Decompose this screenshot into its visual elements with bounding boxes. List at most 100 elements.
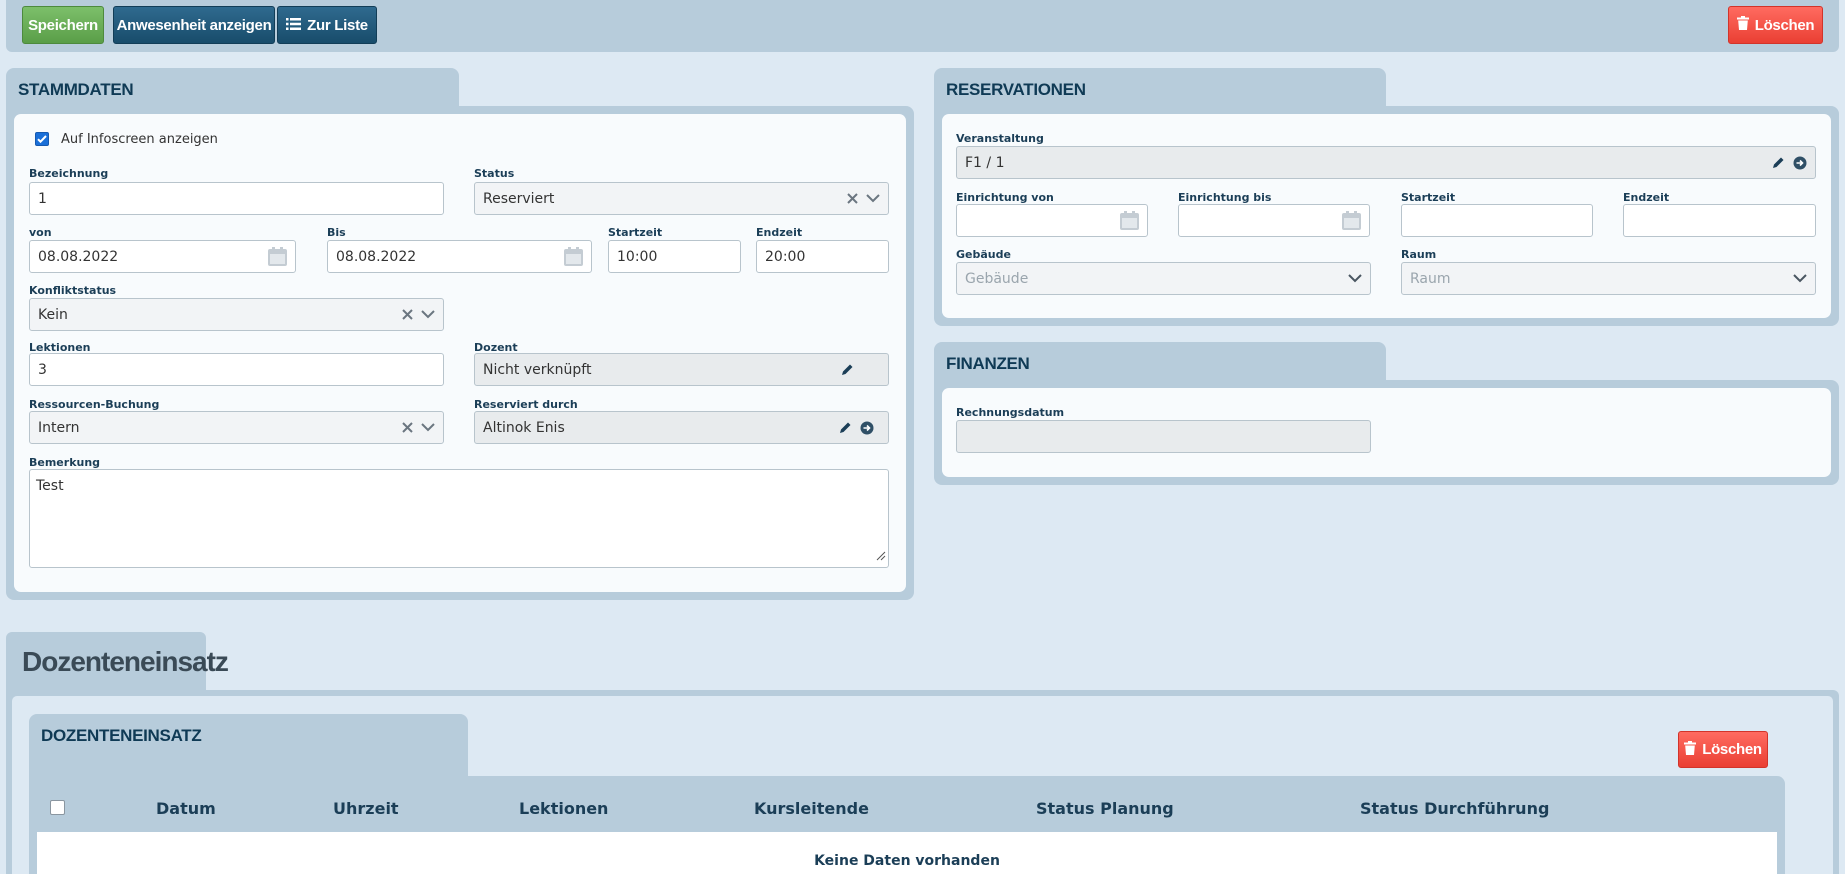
finanzen-tab: FINANZEN (934, 342, 1386, 384)
einrichtung-bis-label: Einrichtung bis (1178, 191, 1272, 204)
show-attendance-label: Anwesenheit anzeigen (116, 16, 272, 34)
rechnungsdatum-field (956, 420, 1371, 453)
infoscreen-label: Auf Infoscreen anzeigen (61, 132, 218, 147)
save-button[interactable]: Speichern (22, 6, 104, 44)
calendar-icon[interactable] (268, 247, 287, 266)
trash-icon (1684, 740, 1697, 759)
col-status-durchfuehrung[interactable]: Status Durchführung (1360, 799, 1549, 818)
dozenteneinsatz-delete-label: Löschen (1702, 741, 1762, 758)
clear-icon[interactable] (847, 193, 858, 204)
veranstaltung-value: F1 / 1 (965, 154, 1005, 171)
pencil-icon[interactable] (841, 363, 854, 376)
arrow-circle-right-icon[interactable] (1793, 156, 1807, 170)
gebaeude-label: Gebäude (956, 248, 1011, 261)
show-attendance-button[interactable]: Anwesenheit anzeigen (113, 6, 275, 44)
calendar-icon[interactable] (564, 247, 583, 266)
chevron-down-icon[interactable] (1348, 274, 1362, 283)
bezeichnung-label: Bezeichnung (29, 167, 109, 180)
reserviert-durch-field[interactable]: Altinok Enis (474, 411, 889, 444)
startzeit-input[interactable]: 10:00 (608, 240, 741, 273)
to-list-label: Zur Liste (307, 16, 368, 34)
clear-icon[interactable] (402, 309, 413, 320)
ressourcen-value: Intern (38, 419, 80, 436)
dozenteneinsatz-section-tab[interactable]: Dozenteneinsatz (6, 632, 229, 692)
bis-label: Bis (327, 226, 346, 239)
status-select[interactable]: Reserviert (474, 182, 889, 215)
resize-handle-icon[interactable] (874, 549, 886, 565)
clear-icon[interactable] (402, 422, 413, 433)
gebaeude-select[interactable]: Gebäude (956, 262, 1371, 295)
res-endzeit-input[interactable] (1623, 204, 1816, 237)
raum-select[interactable]: Raum (1401, 262, 1816, 295)
res-startzeit-label: Startzeit (1401, 191, 1456, 204)
lektionen-value: 3 (38, 361, 47, 378)
res-endzeit-label: Endzeit (1623, 191, 1670, 204)
einrichtung-von-label: Einrichtung von (956, 191, 1054, 204)
lektionen-input[interactable]: 3 (29, 353, 444, 386)
col-lektionen[interactable]: Lektionen (519, 799, 608, 818)
ressourcen-select[interactable]: Intern (29, 411, 444, 444)
dozenteneinsatz-section-title: Dozenteneinsatz (22, 646, 229, 677)
calendar-icon[interactable] (1120, 211, 1139, 230)
reservationen-title: RESERVATIONEN (946, 80, 1086, 99)
bemerkung-label: Bemerkung (29, 456, 101, 469)
bemerkung-value: Test (36, 478, 64, 494)
raum-placeholder: Raum (1410, 270, 1451, 287)
von-value: 08.08.2022 (38, 248, 119, 265)
von-label: von (29, 226, 52, 239)
trash-icon (1736, 16, 1749, 34)
bezeichnung-input[interactable]: 1 (29, 182, 444, 215)
dozent-value: Nicht verknüpft (483, 361, 592, 378)
chevron-down-icon[interactable] (866, 194, 880, 203)
select-all-checkbox[interactable] (50, 800, 65, 815)
rechnungsdatum-label: Rechnungsdatum (956, 406, 1065, 419)
infoscreen-checkbox[interactable] (35, 132, 49, 146)
reserviert-durch-label: Reserviert durch (474, 398, 578, 411)
endzeit-input[interactable]: 20:00 (756, 240, 889, 273)
einrichtung-bis-input[interactable] (1178, 204, 1370, 237)
stammdaten-title: STAMMDATEN (18, 80, 134, 99)
arrow-circle-right-icon[interactable] (860, 421, 874, 435)
pencil-icon[interactable] (839, 421, 852, 434)
veranstaltung-label: Veranstaltung (956, 132, 1044, 145)
to-list-button[interactable]: Zur Liste (277, 6, 377, 44)
check-icon (37, 135, 47, 144)
col-status-planung[interactable]: Status Planung (1036, 799, 1174, 818)
bezeichnung-value: 1 (38, 190, 47, 207)
bemerkung-textarea[interactable]: Test (29, 469, 889, 568)
col-kursleitende[interactable]: Kursleitende (754, 799, 869, 818)
reservationen-tab: RESERVATIONEN (934, 68, 1386, 110)
gebaeude-placeholder: Gebäude (965, 270, 1029, 287)
chevron-down-icon[interactable] (421, 423, 435, 432)
dozenteneinsatz-delete-button[interactable]: Löschen (1678, 731, 1768, 768)
save-button-label: Speichern (28, 16, 98, 34)
konfliktstatus-select[interactable]: Kein (29, 298, 444, 331)
delete-button-label: Löschen (1754, 16, 1815, 34)
empty-table-message: Keine Daten vorhanden (814, 853, 1000, 869)
status-value: Reserviert (483, 190, 555, 207)
von-date-input[interactable]: 08.08.2022 (29, 240, 296, 273)
chevron-down-icon[interactable] (421, 310, 435, 319)
chevron-down-icon[interactable] (1793, 274, 1807, 283)
startzeit-label: Startzeit (608, 226, 663, 239)
endzeit-value: 20:00 (765, 248, 806, 265)
col-datum[interactable]: Datum (156, 799, 216, 818)
calendar-icon[interactable] (1342, 211, 1361, 230)
dozent-field[interactable]: Nicht verknüpft (474, 353, 889, 386)
dozenteneinsatz-panel-tab: DOZENTENEINSATZ (29, 714, 468, 778)
reserviert-durch-value: Altinok Enis (483, 419, 565, 436)
finanzen-title: FINANZEN (946, 354, 1030, 373)
bis-value: 08.08.2022 (336, 248, 417, 265)
res-startzeit-input[interactable] (1401, 204, 1593, 237)
raum-label: Raum (1401, 248, 1437, 261)
einrichtung-von-input[interactable] (956, 204, 1148, 237)
bis-date-input[interactable]: 08.08.2022 (327, 240, 592, 273)
pencil-icon[interactable] (1772, 156, 1785, 169)
status-label: Status (474, 167, 515, 180)
col-uhrzeit[interactable]: Uhrzeit (333, 799, 399, 818)
konfliktstatus-value: Kein (38, 306, 68, 323)
veranstaltung-field[interactable]: F1 / 1 (956, 146, 1816, 179)
list-icon (286, 17, 302, 34)
stammdaten-tab: STAMMDATEN (6, 68, 459, 110)
delete-button[interactable]: Löschen (1728, 6, 1823, 44)
